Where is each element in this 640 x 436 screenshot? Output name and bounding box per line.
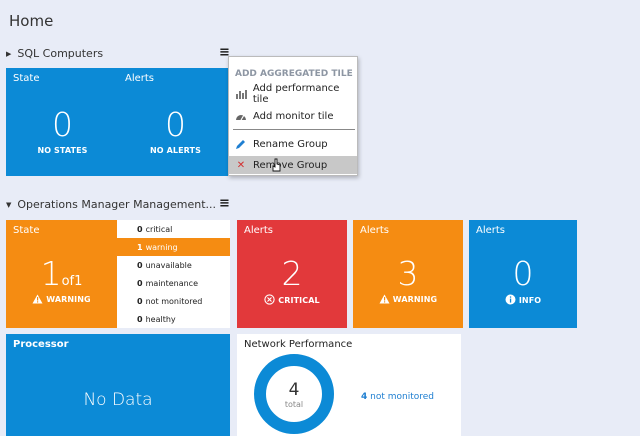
no-data-text: No Data bbox=[83, 390, 153, 410]
expand-caret-icon[interactable]: ▶ bbox=[6, 50, 11, 58]
remove-group-item[interactable]: ✕ Remove Group bbox=[229, 156, 357, 174]
state-row-healthy[interactable]: 0 healthy bbox=[117, 310, 230, 328]
group-title: Operations Manager Management... bbox=[17, 198, 217, 211]
alerts-label: Alerts bbox=[125, 73, 155, 84]
state-row-unavailable[interactable]: 0 unavailable bbox=[117, 256, 230, 274]
alerts-caption-row: INFO bbox=[469, 294, 577, 305]
alerts-label: Alerts bbox=[476, 225, 506, 236]
state-ratio: 1of1 bbox=[6, 254, 117, 293]
alerts-caption: INFO bbox=[518, 296, 542, 305]
mouse-cursor-icon bbox=[272, 158, 281, 172]
state-row-warning[interactable]: 1 warning bbox=[117, 238, 230, 256]
legend-count: 4 bbox=[361, 392, 368, 402]
warning-icon bbox=[379, 294, 390, 304]
menu-item-label: Add monitor tile bbox=[253, 110, 334, 122]
bar-chart-icon bbox=[236, 90, 247, 99]
state-row-not-monitored[interactable]: 0 not monitored bbox=[117, 292, 230, 310]
state-row-critical[interactable]: 0 critical bbox=[117, 220, 230, 238]
legend-label: not monitored bbox=[370, 392, 435, 402]
menu-divider bbox=[233, 129, 355, 130]
alerts-caption: CRITICAL bbox=[278, 296, 320, 305]
state-count: 0 bbox=[52, 105, 73, 144]
state-caption: NO STATES bbox=[37, 146, 88, 155]
menu-item-label: Remove Group bbox=[253, 159, 328, 171]
alerts-count: 0 bbox=[165, 105, 186, 144]
state-row-maintenance[interactable]: 0 maintenance bbox=[117, 274, 230, 292]
legend-not-monitored[interactable]: 4 not monitored bbox=[361, 392, 434, 402]
red-x-icon: ✕ bbox=[236, 159, 246, 171]
menu-header: ADD AGGREGATED TILE bbox=[235, 69, 353, 79]
state-total: of1 bbox=[61, 274, 83, 289]
pencil-icon bbox=[236, 139, 245, 149]
alerts-caption: NO ALERTS bbox=[150, 146, 201, 155]
add-monitor-tile-item[interactable]: Add monitor tile bbox=[229, 107, 357, 125]
state-tile[interactable]: State 1of1 WARNING bbox=[6, 220, 117, 328]
donut-total-label: total bbox=[284, 400, 304, 409]
state-count: 1 bbox=[40, 254, 62, 293]
alerts-count: 2 bbox=[281, 254, 303, 293]
page-title: Home bbox=[9, 12, 54, 30]
info-icon bbox=[505, 294, 516, 305]
group-context-menu: ADD AGGREGATED TILE Add performance tile… bbox=[228, 56, 358, 176]
sql-state-alerts-tile[interactable]: State Alerts 0 NO STATES 0 NO ALERTS bbox=[6, 68, 232, 176]
menu-item-label: Rename Group bbox=[253, 138, 328, 150]
alerts-caption: WARNING bbox=[392, 295, 438, 304]
group-header-operations-manager[interactable]: ▼ Operations Manager Management... bbox=[6, 198, 216, 211]
alerts-label: Alerts bbox=[360, 225, 390, 236]
collapse-caret-icon[interactable]: ▼ bbox=[6, 201, 11, 209]
alerts-count: 3 bbox=[397, 254, 419, 293]
group-title: SQL Computers bbox=[17, 47, 104, 60]
alerts-caption-row: WARNING bbox=[353, 294, 463, 304]
network-performance-label: Network Performance bbox=[244, 339, 353, 350]
processor-label: Processor bbox=[13, 339, 69, 350]
state-caption-row: WARNING bbox=[6, 294, 117, 304]
state-label: State bbox=[13, 225, 40, 236]
warning-icon bbox=[32, 294, 43, 304]
rename-group-item[interactable]: Rename Group bbox=[229, 135, 357, 153]
group-menu-icon[interactable]: ≡ bbox=[219, 196, 230, 211]
alerts-info-tile[interactable]: Alerts 0 INFO bbox=[469, 220, 577, 328]
critical-icon bbox=[264, 294, 275, 305]
alerts-critical-tile[interactable]: Alerts 2 CRITICAL bbox=[237, 220, 347, 328]
alerts-count: 0 bbox=[512, 254, 534, 293]
state-caption: WARNING bbox=[46, 295, 91, 304]
group-header-sql-computers[interactable]: ▶ SQL Computers bbox=[6, 47, 103, 60]
alerts-label: Alerts bbox=[244, 225, 274, 236]
state-breakdown-list: 0 critical 1 warning 0 unavailable 0 mainten… bbox=[117, 220, 230, 328]
alerts-caption-row: CRITICAL bbox=[237, 294, 347, 305]
donut-total-value: 4 bbox=[288, 380, 300, 400]
gauge-icon bbox=[236, 114, 246, 121]
add-performance-tile-item[interactable]: Add performance tile bbox=[229, 83, 357, 105]
network-performance-tile[interactable]: Network Performance 4 total 4 not monito… bbox=[237, 334, 461, 436]
menu-item-label: Add performance tile bbox=[252, 83, 340, 105]
state-label: State bbox=[13, 73, 40, 84]
processor-tile[interactable]: Processor No Data bbox=[6, 334, 230, 436]
alerts-warning-tile[interactable]: Alerts 3 WARNING bbox=[353, 220, 463, 328]
